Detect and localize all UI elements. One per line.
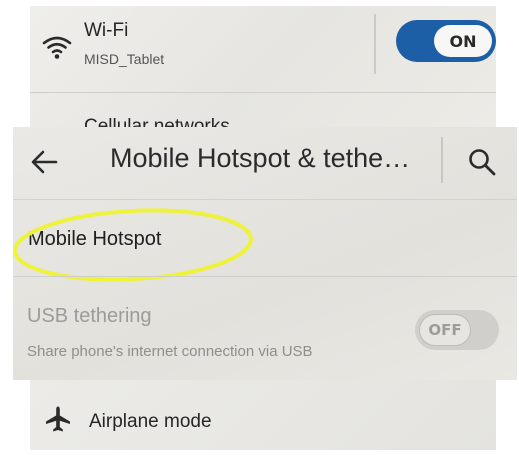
- back-arrow-icon[interactable]: [29, 147, 59, 177]
- usb-tethering-description: Share phone's internet connection via US…: [27, 343, 313, 360]
- wifi-toggle-label: ON: [434, 25, 492, 57]
- wifi-network-name: MISD_Tablet: [84, 51, 165, 67]
- wifi-settings-fragment: Wi-Fi MISD_Tablet ON Cellular networks: [30, 6, 496, 137]
- divider: [13, 276, 517, 277]
- search-icon[interactable]: [467, 147, 497, 177]
- divider: [13, 199, 517, 200]
- divider: [374, 14, 376, 74]
- divider: [441, 137, 443, 183]
- usb-tethering-title: USB tethering: [27, 305, 152, 327]
- usb-tethering-toggle[interactable]: OFF: [415, 310, 499, 350]
- page-title: Mobile Hotspot & tethe…: [110, 143, 411, 173]
- wifi-title[interactable]: Wi-Fi: [84, 20, 128, 42]
- highlight-circle: [13, 208, 253, 282]
- wifi-icon: [42, 36, 72, 59]
- airplane-icon: [46, 406, 70, 432]
- usb-toggle-label: OFF: [419, 314, 471, 346]
- hotspot-tethering-screen: Mobile Hotspot & tethe… Mobile Hotspot U…: [13, 127, 517, 380]
- wifi-toggle[interactable]: ON: [396, 20, 496, 62]
- airplane-mode-item[interactable]: Airplane mode: [89, 411, 212, 433]
- airplane-mode-fragment: Airplane mode: [30, 380, 496, 450]
- divider: [30, 92, 496, 93]
